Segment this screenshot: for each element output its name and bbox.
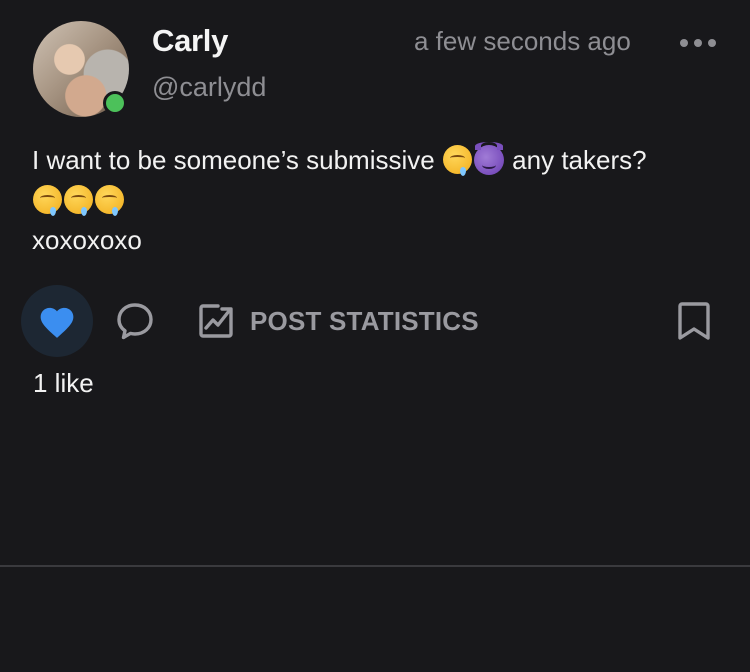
like-button[interactable] bbox=[21, 285, 93, 357]
more-dot-icon bbox=[680, 39, 688, 47]
post-statistics-button[interactable]: POST STATISTICS bbox=[196, 300, 479, 342]
comment-bubble-icon bbox=[117, 303, 153, 340]
drooling-face-icon bbox=[442, 145, 472, 176]
bookmark-button[interactable] bbox=[676, 300, 712, 342]
drooling-face-icon bbox=[95, 185, 124, 216]
post-text-segment: I want to be someone’s submissive bbox=[32, 145, 442, 175]
post-text-line-2 bbox=[32, 180, 722, 220]
like-count[interactable]: 1 like bbox=[33, 368, 94, 399]
post-text: I want to be someone’s submissive any ta… bbox=[32, 140, 722, 260]
author-display-name[interactable]: Carly bbox=[152, 23, 228, 59]
post-timestamp[interactable]: a few seconds ago bbox=[414, 26, 631, 57]
post-statistics-label: POST STATISTICS bbox=[250, 305, 479, 336]
drooling-face-icon bbox=[33, 185, 62, 216]
post-text-line-1: I want to be someone’s submissive any ta… bbox=[32, 140, 722, 180]
post-divider bbox=[0, 565, 750, 567]
author-handle[interactable]: @carlydd bbox=[152, 72, 266, 103]
more-dot-icon bbox=[694, 39, 702, 47]
post-actions-bar: POST STATISTICS bbox=[0, 283, 750, 357]
more-options-button[interactable] bbox=[680, 33, 716, 53]
heart-icon bbox=[40, 307, 74, 338]
post-text-segment: any takers? bbox=[504, 145, 647, 175]
comment-button[interactable] bbox=[114, 300, 156, 342]
post-text-line-3: xoxoxoxo bbox=[32, 225, 142, 255]
drooling-face-icon bbox=[64, 185, 93, 216]
post-card: Carly @carlydd a few seconds ago I want … bbox=[0, 0, 750, 565]
more-dot-icon bbox=[708, 39, 716, 47]
smiling-face-with-horns-icon bbox=[473, 142, 504, 175]
chart-trend-icon bbox=[199, 304, 233, 338]
bookmark-icon bbox=[678, 302, 710, 340]
online-status-dot bbox=[103, 91, 127, 115]
